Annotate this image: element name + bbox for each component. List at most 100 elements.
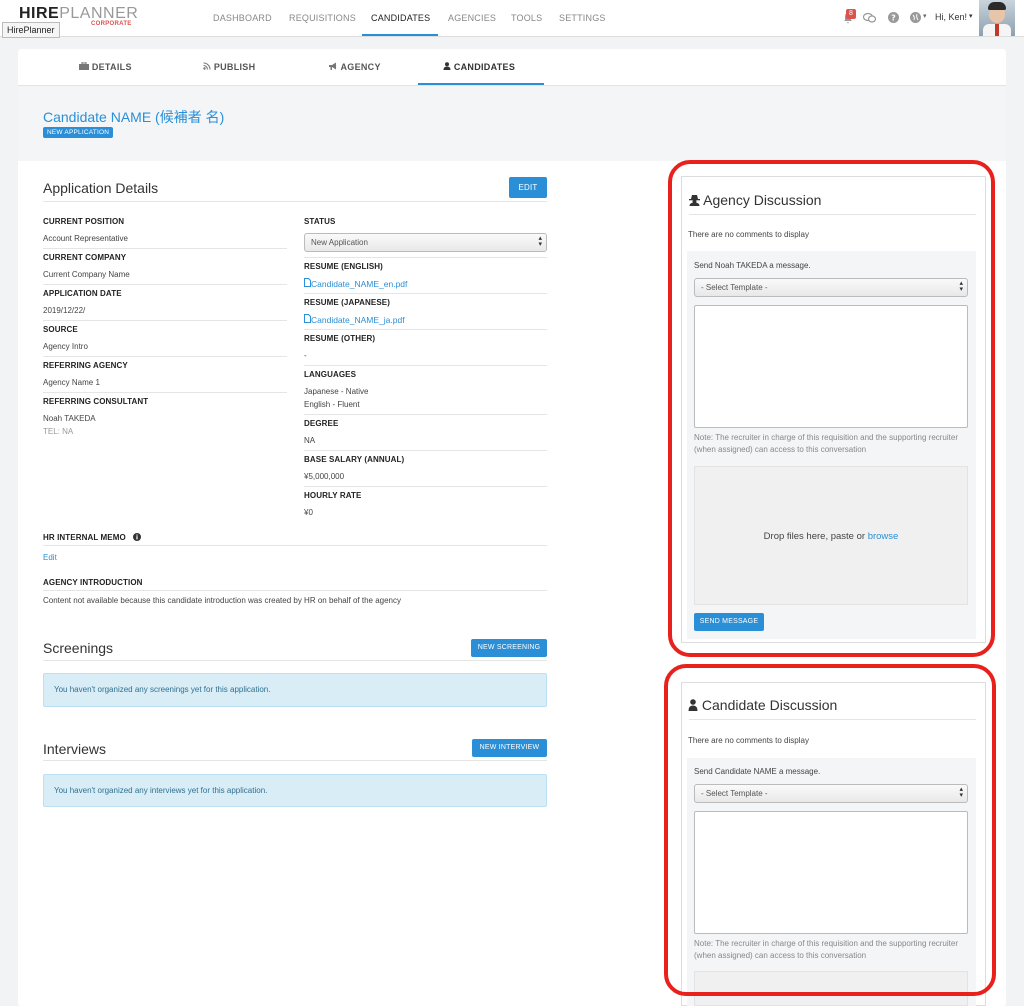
status-label: STATUS <box>304 217 336 226</box>
divider <box>43 590 547 591</box>
resume-japanese-link[interactable]: Candidate_NAME_ja.pdf <box>304 314 405 325</box>
screenings-empty-alert: You haven't organized any screenings yet… <box>43 673 547 707</box>
current-company-label: CURRENT COMPANY <box>43 253 127 262</box>
application-date-value: 2019/12/22/ <box>43 306 86 315</box>
file-pdf-icon <box>304 314 311 323</box>
avatar-hair <box>988 2 1006 10</box>
referring-agency-label: REFERRING AGENCY <box>43 361 128 370</box>
logo-hire-text: HIRE <box>19 5 60 22</box>
tab-details-label: DETAILS <box>91 62 132 72</box>
nav-tools[interactable]: TOOLS <box>511 13 542 23</box>
degree-label: DEGREE <box>304 419 339 428</box>
source-label: SOURCE <box>43 325 78 334</box>
resume-japanese-filename: Candidate_NAME_ja.pdf <box>311 315 405 325</box>
divider <box>43 660 547 661</box>
divider <box>304 329 547 330</box>
tab-agency-label: AGENCY <box>340 62 381 72</box>
resume-japanese-label: RESUME (JAPANESE) <box>304 298 391 307</box>
current-company-value: Current Company Name <box>43 270 130 279</box>
nav-requisitions[interactable]: REQUISITIONS <box>289 13 356 23</box>
edit-button[interactable]: EDIT <box>509 177 547 198</box>
divider <box>304 486 547 487</box>
referring-consultant-value: Noah TAKEDA <box>43 414 96 423</box>
base-salary-label: BASE SALARY (ANNUAL) <box>304 455 405 464</box>
divider <box>43 356 287 357</box>
candidate-name: Candidate NAME (候補者 名) <box>43 109 225 125</box>
logo-corporate-text: CORPORATE <box>91 21 132 27</box>
avatar[interactable] <box>979 0 1015 36</box>
user-icon <box>443 62 451 70</box>
language-chevron-down-icon[interactable]: ▾ <box>923 12 927 20</box>
agency-introduction-text: Content not available because this candi… <box>43 596 402 605</box>
status-select[interactable]: New Application ▴ ▾ <box>304 233 547 252</box>
nav-candidates[interactable]: CANDIDATES <box>371 13 430 23</box>
hireplanner-logo[interactable]: HIREPLANNER CORPORATE <box>19 5 138 27</box>
bullhorn-icon <box>329 62 336 70</box>
divider <box>43 545 547 546</box>
chat-icon[interactable] <box>863 12 876 24</box>
nav-dashboard[interactable]: DASHBOARD <box>213 13 272 23</box>
info-icon[interactable] <box>133 533 142 541</box>
resume-english-link[interactable]: Candidate_NAME_en.pdf <box>304 278 407 289</box>
select-arrows-icon: ▴ ▾ <box>538 235 542 248</box>
application-date-label: APPLICATION DATE <box>43 289 122 298</box>
degree-value: NA <box>304 436 316 445</box>
resume-english-filename: Candidate_NAME_en.pdf <box>311 279 408 289</box>
interviews-title: Interviews <box>43 741 107 757</box>
consultant-tel: TEL: NA <box>43 427 74 436</box>
logo-tooltip: HirePlanner <box>2 22 60 38</box>
new-screening-button[interactable]: NEW SCREENING <box>471 639 547 657</box>
file-pdf-icon <box>304 278 311 287</box>
divider <box>43 201 547 202</box>
rss-icon <box>203 62 211 70</box>
new-interview-button[interactable]: NEW INTERVIEW <box>472 739 547 757</box>
application-details-title: Application Details <box>43 180 159 196</box>
tab-publish-label: PUBLISH <box>213 62 256 72</box>
tab-publish[interactable]: PUBLISH <box>203 62 255 72</box>
notification-badge: 8 <box>846 9 856 19</box>
svg-text:?: ? <box>891 14 896 23</box>
divider <box>304 257 547 258</box>
help-icon[interactable]: ? <box>888 12 899 23</box>
tab-active-indicator <box>418 83 544 85</box>
avatar-tie <box>995 24 999 36</box>
referring-agency-value: Agency Name 1 <box>43 378 100 387</box>
divider <box>43 284 287 285</box>
status-badge: NEW APPLICATION <box>43 127 114 138</box>
divider <box>43 392 287 393</box>
divider <box>304 293 547 294</box>
divider <box>304 365 547 366</box>
tab-candidates-label: CANDIDATES <box>453 62 516 72</box>
source-value: Agency Intro <box>43 342 88 351</box>
agency-introduction-label: AGENCY INTRODUCTION <box>43 578 143 587</box>
tab-agency[interactable]: AGENCY <box>328 62 381 72</box>
divider <box>43 320 287 321</box>
highlight-annotation <box>668 160 995 657</box>
nav-active-indicator <box>362 34 438 36</box>
current-position-label: CURRENT POSITION <box>43 217 125 226</box>
hourly-rate-label: HOURLY RATE <box>304 491 362 500</box>
tab-candidates[interactable]: CANDIDATES <box>443 62 515 72</box>
language-1: Japanese - Native <box>304 387 369 396</box>
hr-memo-label-text: HR INTERNAL MEMO <box>43 533 126 542</box>
resume-other-label: RESUME (OTHER) <box>304 334 376 343</box>
nav-settings[interactable]: SETTINGS <box>559 13 606 23</box>
screenings-title: Screenings <box>43 640 114 656</box>
globe-icon[interactable] <box>910 12 921 23</box>
resume-other-value: - <box>304 351 307 360</box>
user-greeting[interactable]: Hi, Ken! <box>935 12 967 22</box>
divider <box>43 248 287 249</box>
interviews-empty-alert: You haven't organized any interviews yet… <box>43 774 547 807</box>
hourly-rate-value: ¥0 <box>304 508 313 517</box>
nav-agencies[interactable]: AGENCIES <box>448 13 496 23</box>
divider <box>304 450 547 451</box>
hr-memo-edit-link[interactable]: Edit <box>43 553 57 562</box>
divider <box>43 760 547 761</box>
hr-memo-label: HR INTERNAL MEMO <box>43 533 142 542</box>
referring-consultant-label: REFERRING CONSULTANT <box>43 397 149 406</box>
base-salary-value: ¥5,000,000 <box>304 472 345 481</box>
highlight-annotation <box>664 664 996 996</box>
status-select-value: New Application <box>311 238 368 247</box>
user-chevron-down-icon[interactable]: ▾ <box>969 12 973 20</box>
tab-details[interactable]: DETAILS <box>79 61 132 72</box>
